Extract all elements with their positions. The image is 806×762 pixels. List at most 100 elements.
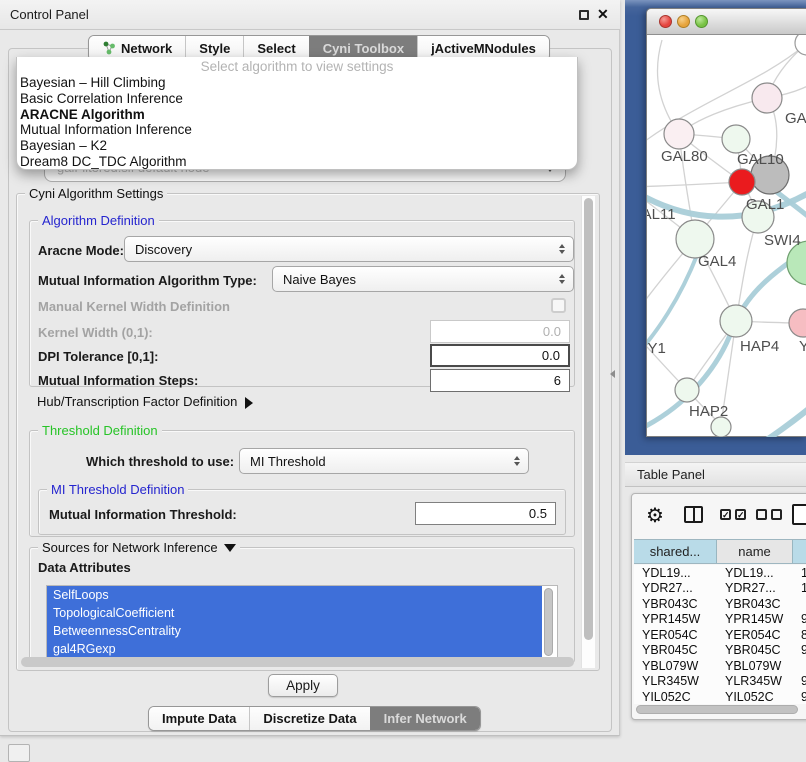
network-node[interactable] [789, 309, 806, 337]
apply-button[interactable]: Apply [268, 674, 338, 697]
mi-type-select[interactable]: Naive Bayes [272, 266, 574, 292]
network-node-label: GAL11 [647, 206, 676, 223]
algorithm-option[interactable]: Bayesian – Hill Climbing [17, 75, 577, 91]
which-threshold-value: MI Threshold [250, 454, 326, 469]
tab-label: Infer Network [384, 711, 467, 726]
select-all-checkbox-icon[interactable]: ✓ [720, 509, 731, 520]
tab-infer-network[interactable]: Infer Network [370, 707, 480, 730]
panel-collapse-arrow[interactable] [610, 370, 615, 378]
apply-button-label: Apply [286, 678, 320, 693]
table-row[interactable]: YDL19...YDL19...13 [634, 565, 806, 581]
settings-group-title: Cyni Algorithm Settings [25, 186, 167, 201]
settings-vertical-scrollbar[interactable] [581, 196, 595, 668]
algorithm-option[interactable]: Dream8 DC_TDC Algorithm [17, 154, 577, 170]
table-panel-header: Table Panel [625, 462, 806, 487]
table-row[interactable]: YDR27...YDR27...12 [634, 581, 806, 597]
tab-label: Cyni Toolbox [323, 41, 404, 56]
kernel-width-label: Kernel Width (0,1): [38, 325, 153, 340]
network-window: GALGAL80GAL10GAL1GAL11SWI4GAL4GCY1HAP4YH… [646, 8, 806, 437]
network-node[interactable] [752, 83, 782, 113]
table-toolbar: ⚙ ✓ ✓ [632, 502, 806, 532]
tab-discretize-data[interactable]: Discretize Data [249, 707, 369, 730]
network-node-label: GAL80 [661, 148, 708, 165]
close-traffic-light-icon[interactable] [659, 15, 672, 28]
table-cell: YDL19... [634, 566, 717, 580]
stepper-icon [514, 456, 520, 466]
node-attribute-table: shared... name A YDL19...YDL19...13YDR27… [634, 539, 806, 564]
table-cell: 12 [793, 581, 806, 595]
table-cell: YBR043C [634, 597, 717, 611]
popup-placeholder: Select algorithm to view settings [17, 59, 577, 75]
zoom-traffic-light-icon[interactable] [695, 15, 708, 28]
network-node[interactable] [720, 305, 752, 337]
network-node-label: GAL10 [737, 151, 784, 168]
select-all-checkbox-icon[interactable]: ✓ [735, 509, 746, 520]
table-cell: 9. [793, 643, 806, 657]
column-header[interactable]: name [717, 540, 793, 563]
table-row[interactable]: YLR345WYLR345W9. [634, 674, 806, 690]
aracne-mode-value: Discovery [135, 242, 192, 257]
data-attributes-label: Data Attributes [38, 560, 131, 575]
threshold-definition-group: Threshold Definition Which threshold to … [29, 430, 575, 537]
table-row[interactable]: YBR045CYBR045C9. [634, 643, 806, 659]
dpi-tolerance-label: DPI Tolerance [0,1]: [38, 349, 158, 364]
which-threshold-select[interactable]: MI Threshold [239, 448, 529, 474]
deselect-all-checkbox-icon[interactable] [756, 509, 767, 520]
algorithm-definition-title: Algorithm Definition [38, 213, 159, 228]
export-table-icon[interactable] [792, 504, 806, 525]
network-node[interactable] [722, 125, 750, 153]
mi-threshold-group-title: MI Threshold Definition [47, 482, 188, 497]
kernel-width-field[interactable]: 0.0 [430, 320, 570, 343]
table-row[interactable]: YBR043CYBR043C [634, 596, 806, 612]
algorithm-option[interactable]: Mutual Information Inference [17, 122, 577, 138]
settings-horizontal-scrollbar[interactable] [20, 656, 577, 669]
gear-icon[interactable]: ⚙ [646, 503, 664, 528]
table-row[interactable]: YPR145WYPR145W9. [634, 612, 806, 628]
attribute-item-selected[interactable]: TopologicalCoefficient [47, 604, 542, 622]
algorithm-option[interactable]: Bayesian – K2 [17, 138, 577, 154]
algorithm-option[interactable]: Basic Correlation Inference [17, 91, 577, 107]
network-canvas[interactable]: GALGAL80GAL10GAL1GAL11SWI4GAL4GCY1HAP4YH… [647, 35, 806, 437]
network-window-titlebar[interactable] [647, 9, 806, 35]
algorithm-option-selected[interactable]: ARACNE Algorithm [17, 107, 577, 123]
float-window-icon[interactable] [579, 10, 589, 20]
table-cell: YDL19... [717, 566, 793, 580]
aracne-mode-select[interactable]: Discovery [124, 236, 574, 262]
attribute-item-selected[interactable]: SelfLoops [47, 586, 542, 604]
table-row[interactable]: YER054CYER054C8. [634, 627, 806, 643]
column-header[interactable]: A [793, 540, 806, 563]
sources-group-label: Sources for Network Inference [42, 540, 218, 555]
dpi-tolerance-field[interactable]: 0.0 [430, 344, 570, 367]
column-header[interactable]: shared... [634, 540, 717, 563]
deselect-all-checkbox-icon[interactable] [771, 509, 782, 520]
mi-type-label: Mutual Information Algorithm Type: [38, 273, 257, 288]
network-node[interactable] [664, 119, 694, 149]
network-node[interactable] [729, 169, 755, 195]
table-row[interactable]: YBL079WYBL079W [634, 658, 806, 674]
network-node-label: HAP4 [740, 338, 779, 355]
table-cell: YPR145W [634, 612, 717, 626]
table-row[interactable]: YIL052CYIL052C9 [634, 689, 806, 704]
table-horizontal-scrollbar[interactable] [634, 704, 806, 716]
tab-label: Discretize Data [263, 711, 356, 726]
mi-threshold-field[interactable]: 0.5 [415, 502, 556, 525]
table-cell: YIL052C [717, 690, 793, 704]
network-node-label: GAL1 [746, 196, 784, 213]
mi-steps-field[interactable]: 6 [430, 369, 570, 392]
manual-kernel-checkbox[interactable] [551, 298, 566, 313]
tab-impute-data[interactable]: Impute Data [149, 707, 249, 730]
table-cell: 9 [793, 690, 806, 704]
control-panel-window: Control Panel ✕ Network Style Select Cyn… [0, 0, 620, 736]
network-node[interactable] [675, 378, 699, 402]
network-node[interactable] [711, 417, 731, 437]
manual-kernel-label: Manual Kernel Width Definition [38, 299, 230, 314]
show-columns-icon[interactable] [684, 506, 703, 523]
corner-button[interactable] [8, 744, 30, 762]
list-vertical-scrollbar[interactable] [544, 588, 555, 658]
minimize-traffic-light-icon[interactable] [677, 15, 690, 28]
close-icon[interactable]: ✕ [597, 6, 609, 23]
attribute-item-selected[interactable]: BetweennessCentrality [47, 622, 542, 640]
aracne-mode-label: Aracne Mode: [38, 243, 124, 258]
network-node-label: GAL4 [698, 253, 736, 270]
hub-section-toggle[interactable]: Hub/Transcription Factor Definition [37, 394, 253, 409]
